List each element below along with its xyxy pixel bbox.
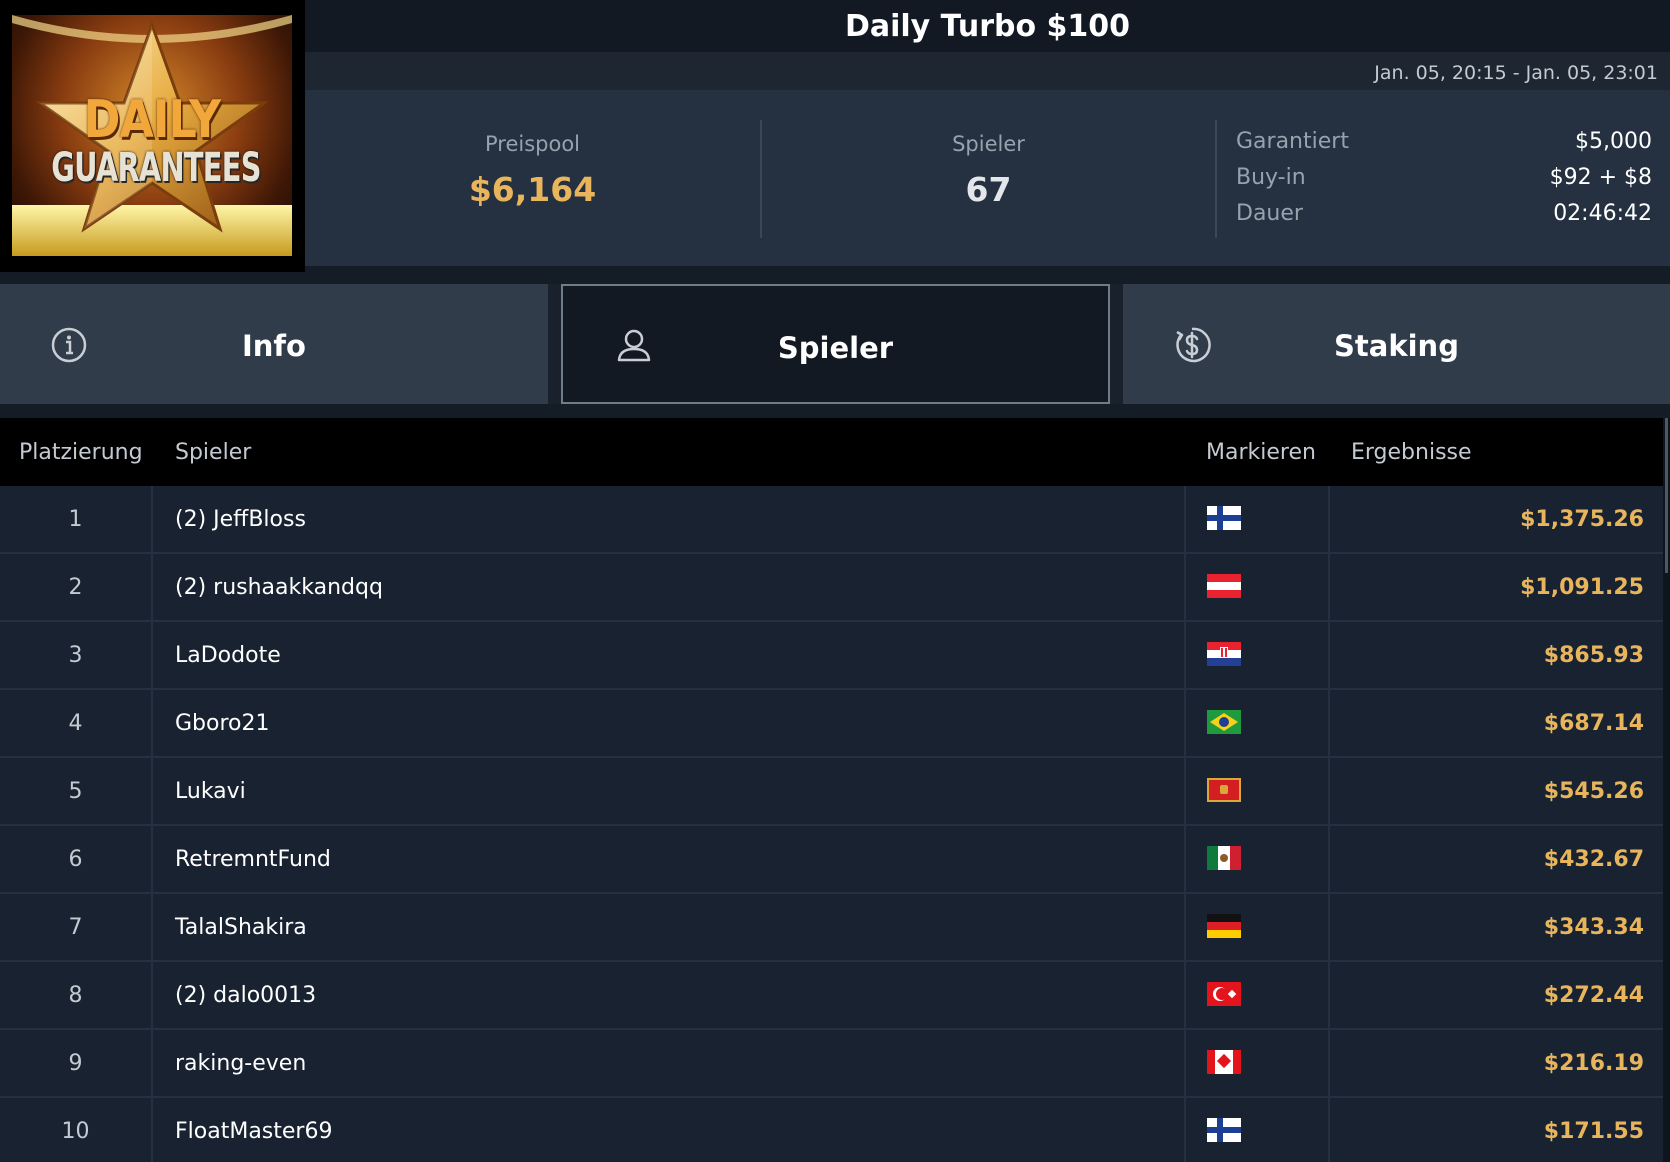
flag-cell — [1184, 1098, 1330, 1162]
tab-players[interactable]: Spieler — [561, 284, 1110, 404]
detail-value: $5,000 — [1575, 129, 1652, 154]
rank-cell: 3 — [0, 622, 153, 688]
detail-guaranteed: Garantiert $5,000 — [1236, 124, 1652, 160]
tab-label: Staking — [1334, 329, 1459, 363]
player-name: LaDodote — [175, 643, 281, 668]
table-row[interactable]: 9 raking-even $216.19 — [0, 1030, 1663, 1098]
scrollbar-thumb[interactable] — [1665, 418, 1668, 573]
player-name: FloatMaster69 — [175, 1119, 333, 1144]
detail-label: Buy-in — [1236, 165, 1306, 190]
detail-duration: Dauer 02:46:42 — [1236, 196, 1652, 232]
stats-divider — [1215, 120, 1217, 238]
rank-cell: 10 — [0, 1098, 153, 1162]
austria-flag — [1207, 574, 1241, 598]
player-name: RetremntFund — [175, 847, 331, 872]
tournament-date-range: Jan. 05, 20:15 - Jan. 05, 23:01 — [1374, 62, 1658, 84]
mexico-flag — [1207, 846, 1241, 870]
column-header-player[interactable]: Spieler — [175, 418, 251, 486]
table-row[interactable]: 2 (2) rushaakkandqq $1,091.25 — [0, 554, 1663, 622]
logo-text-line2: GUARANTEES — [51, 145, 261, 191]
results-table-header: Platzierung Spieler Markieren Ergebnisse — [0, 418, 1663, 486]
result-amount: $216.19 — [1543, 1051, 1644, 1076]
croatia-flag — [1207, 642, 1241, 666]
rank-cell: 1 — [0, 486, 153, 552]
player-name: (2) rushaakkandqq — [175, 575, 383, 600]
column-header-result[interactable]: Ergebnisse — [1351, 418, 1472, 486]
table-row[interactable]: 5 Lukavi $545.26 — [0, 758, 1663, 826]
result-amount: $1,375.26 — [1520, 507, 1644, 532]
flag-cell — [1184, 690, 1330, 756]
table-row[interactable]: 7 TalalShakira $343.34 — [0, 894, 1663, 962]
players-label: Spieler — [952, 132, 1025, 156]
tournament-details: Garantiert $5,000 Buy-in $92 + $8 Dauer … — [1236, 124, 1652, 232]
table-row[interactable]: 6 RetremntFund $432.67 — [0, 826, 1663, 894]
table-row[interactable]: 4 Gboro21 $687.14 — [0, 690, 1663, 758]
flag-cell — [1184, 554, 1330, 620]
flag-cell — [1184, 622, 1330, 688]
table-row[interactable]: 10 FloatMaster69 $171.55 — [0, 1098, 1663, 1162]
result-amount: $171.55 — [1543, 1119, 1644, 1144]
result-amount: $545.26 — [1543, 779, 1644, 804]
table-row[interactable]: 1 (2) JeffBloss $1,375.26 — [0, 486, 1663, 554]
column-header-flag[interactable]: Markieren — [1206, 418, 1316, 486]
player-name: (2) dalo0013 — [175, 983, 317, 1008]
finland-flag — [1207, 1118, 1241, 1142]
germany-flag — [1207, 914, 1241, 938]
player-name: Lukavi — [175, 779, 246, 804]
rank-cell: 2 — [0, 554, 153, 620]
canada-flag — [1207, 1050, 1241, 1074]
flag-cell — [1184, 826, 1330, 892]
detail-value: 02:46:42 — [1553, 201, 1652, 226]
detail-value: $92 + $8 — [1549, 165, 1652, 190]
result-amount: $687.14 — [1543, 711, 1644, 736]
logo-text-line1: DAILY — [83, 90, 221, 150]
result-amount: $865.93 — [1543, 643, 1644, 668]
detail-label: Garantiert — [1236, 129, 1349, 154]
tab-staking[interactable]: Staking — [1123, 284, 1670, 404]
prize-pool-stat: Preispool $6,164 — [305, 90, 760, 266]
result-amount: $272.44 — [1543, 983, 1644, 1008]
result-amount: $1,091.25 — [1520, 575, 1644, 600]
player-name: Gboro21 — [175, 711, 270, 736]
tab-label: Spieler — [777, 331, 894, 365]
tournament-title: Daily Turbo $100 — [844, 9, 1131, 44]
players-stat: Spieler 67 — [761, 90, 1216, 266]
tournament-lobby: Daily Turbo $100 Jan. 05, 20:15 - Jan. 0… — [0, 0, 1670, 1162]
table-row[interactable]: 3 LaDodote $865.93 — [0, 622, 1663, 690]
flag-cell — [1184, 486, 1330, 552]
turkey-flag — [1207, 982, 1241, 1006]
result-amount: $343.34 — [1543, 915, 1644, 940]
detail-label: Dauer — [1236, 201, 1303, 226]
detail-buy-in: Buy-in $92 + $8 — [1236, 160, 1652, 196]
table-row[interactable]: 8 (2) dalo0013 $272.44 — [0, 962, 1663, 1030]
player-name: (2) JeffBloss — [175, 507, 306, 532]
rank-cell: 9 — [0, 1030, 153, 1096]
players-count: 67 — [965, 170, 1012, 209]
tab-info[interactable]: Info — [0, 284, 548, 404]
prize-pool-label: Preispool — [484, 132, 581, 156]
rank-cell: 8 — [0, 962, 153, 1028]
result-amount: $432.67 — [1543, 847, 1644, 872]
tab-label: Info — [242, 329, 306, 363]
montenegro-flag — [1207, 778, 1241, 802]
flag-cell — [1184, 1030, 1330, 1096]
rank-cell: 7 — [0, 894, 153, 960]
flag-cell — [1184, 962, 1330, 1028]
column-header-rank[interactable]: Platzierung — [19, 418, 143, 486]
results-table-body: 1 (2) JeffBloss $1,375.26 2 (2) rushaakk… — [0, 486, 1663, 1162]
player-name: raking-even — [175, 1051, 307, 1076]
player-name: TalalShakira — [175, 915, 307, 940]
rank-cell: 5 — [0, 758, 153, 824]
tournament-logo: DAILY GUARANTEES — [0, 0, 305, 272]
finland-flag — [1207, 506, 1241, 530]
brazil-flag — [1207, 710, 1241, 734]
prize-pool-value: $6,164 — [468, 170, 597, 209]
rank-cell: 6 — [0, 826, 153, 892]
flag-cell — [1184, 758, 1330, 824]
daily-guarantees-logo: DAILY GUARANTEES — [12, 15, 292, 256]
flag-cell — [1184, 894, 1330, 960]
rank-cell: 4 — [0, 690, 153, 756]
